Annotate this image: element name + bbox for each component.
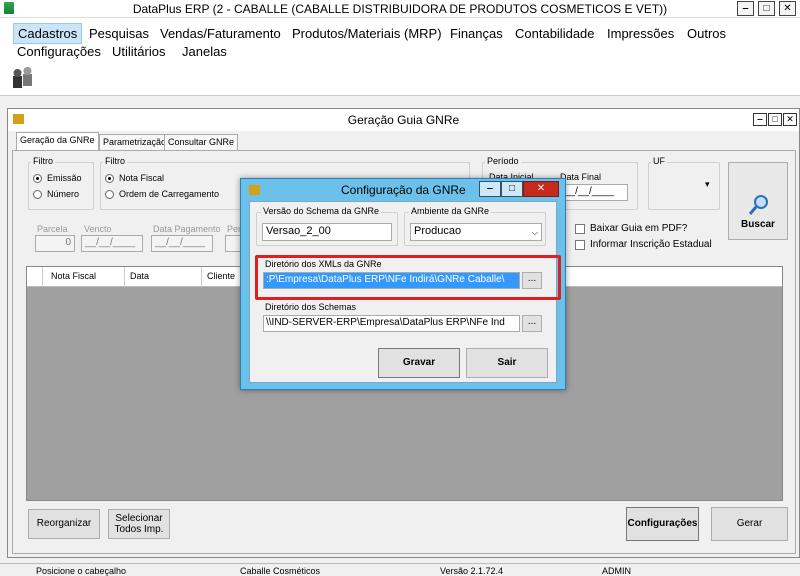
gravar-button[interactable]: Gravar <box>378 348 460 378</box>
radio-emissao[interactable] <box>33 174 42 183</box>
schemas-dir-label: Diretório dos Schemas <box>263 302 359 312</box>
schema-version-label: Versão do Schema da GNRe <box>261 206 382 216</box>
highlight-box <box>255 255 561 300</box>
label-emissao: Emissão <box>47 173 82 183</box>
sair-button[interactable]: Sair <box>466 348 548 378</box>
col-separator <box>124 267 125 287</box>
menu-outros[interactable]: Outros <box>683 24 730 43</box>
radio-ordem-carregamento[interactable] <box>105 190 114 199</box>
window-title: DataPlus ERP (2 - CABALLE (CABALLE DISTR… <box>132 2 668 16</box>
inscricao-estadual-checkbox[interactable] <box>575 240 585 250</box>
ambiente-label: Ambiente da GNRe <box>409 206 492 216</box>
menu-impressoes[interactable]: Impressões <box>603 24 678 43</box>
dialog-body: Versão do Schema da GNRe Versao_2_00 Amb… <box>249 201 561 383</box>
dialog-title-bar: Configuração da GNRe ‒ □ ✕ <box>241 179 565 201</box>
menu-produtos[interactable]: Produtos/Materiais (MRP) <box>288 24 446 43</box>
maximize-button[interactable]: □ <box>758 1 775 16</box>
tab-consultar[interactable]: Consultar GNRe <box>164 134 239 150</box>
menu-vendas[interactable]: Vendas/Faturamento <box>156 24 285 43</box>
close-button[interactable]: ✕ <box>779 1 796 16</box>
config-gnre-dialog: Configuração da GNRe ‒ □ ✕ Versão do Sch… <box>240 178 566 390</box>
toolbar <box>0 60 800 96</box>
col-nota-fiscal[interactable]: Nota Fiscal <box>51 271 96 281</box>
dialog-icon <box>249 185 260 195</box>
ambiente-select[interactable]: Producao ⌵ <box>410 223 542 241</box>
baixar-pdf-label: Baixar Guia em PDF? <box>590 223 688 234</box>
uf-dropdown-arrow-icon[interactable]: ▾ <box>705 179 710 190</box>
schemas-dir-browse-button[interactable]: ... <box>522 315 542 332</box>
dialog-minimize-button[interactable]: ‒ <box>479 181 501 197</box>
menu-contabilidade[interactable]: Contabilidade <box>511 24 599 43</box>
menu-cadastros[interactable]: Cadastros <box>13 23 83 44</box>
selecionar-todos-button[interactable]: Selecionar Todos Imp. <box>108 509 170 539</box>
gerar-button[interactable]: Gerar <box>711 507 788 541</box>
per-label: Per <box>227 224 242 234</box>
configuracoes-button[interactable]: Configurações <box>626 507 699 541</box>
radio-numero[interactable] <box>33 190 42 199</box>
ambiente-chevron-down-icon: ⌵ <box>531 228 538 237</box>
baixar-pdf-checkbox[interactable] <box>575 224 585 234</box>
status-item-1: Posicione o cabeçalho <box>36 566 127 576</box>
schemas-dir-input[interactable]: \\IND-SERVER-ERP\Empresa\DataPlus ERP\NF… <box>263 315 520 332</box>
radio-nota-fiscal[interactable] <box>105 174 114 183</box>
dialog-maximize-button[interactable]: □ <box>501 181 523 197</box>
tab-geracao[interactable]: Geração da GNRe <box>16 132 99 150</box>
menu-bar: Cadastros Pesquisas Vendas/Faturamento P… <box>0 18 800 60</box>
gnre-title: Geração Guia GNRe <box>347 113 460 127</box>
label-ordem-carregamento: Ordem de Carregamento <box>119 189 220 199</box>
magnifier-icon <box>748 195 768 215</box>
menu-utilitarios[interactable]: Utilitários <box>108 42 169 61</box>
schema-version-value: Versao_2_00 <box>266 225 331 237</box>
col-data[interactable]: Data <box>130 271 149 281</box>
status-bar: Posicione o cabeçalho Caballe Cosméticos… <box>0 563 800 576</box>
users-key-icon[interactable] <box>10 66 36 90</box>
minimize-button[interactable]: ‒ <box>737 1 754 16</box>
child-minimize-button[interactable]: ‒ <box>753 113 767 126</box>
label-numero: Número <box>47 189 80 199</box>
status-item-3: Versão 2.1.72.4 <box>440 566 504 576</box>
vencto-input[interactable]: __/__/____ <box>81 235 143 252</box>
main-title-bar: DataPlus ERP (2 - CABALLE (CABALLE DISTR… <box>0 0 800 18</box>
buscar-label: Buscar <box>741 219 775 230</box>
parcela-input[interactable]: 0 <box>35 235 75 252</box>
filtro-group-1 <box>28 162 94 210</box>
menu-configuracoes[interactable]: Configurações <box>13 42 105 61</box>
child-maximize-button[interactable]: □ <box>768 113 782 126</box>
status-item-2: Caballe Cosméticos <box>240 566 321 576</box>
label-nota-fiscal: Nota Fiscal <box>119 173 165 183</box>
child-close-button[interactable]: ✕ <box>783 113 797 126</box>
tab-parametrizacao[interactable]: Parametrização <box>99 134 171 150</box>
dialog-close-button[interactable]: ✕ <box>523 181 559 197</box>
selecionar-label: Selecionar <box>115 513 163 524</box>
menu-janelas[interactable]: Janelas <box>178 42 231 61</box>
data-final-label: Data Final <box>560 172 602 182</box>
col-cliente[interactable]: Cliente <box>207 271 235 281</box>
uf-label: UF <box>651 156 667 166</box>
data-pagamento-label: Data Pagamento <box>153 224 221 234</box>
data-final-input[interactable]: __/__/____ <box>560 184 628 201</box>
schema-version-select[interactable]: Versao_2_00 <box>262 223 392 241</box>
col-separator <box>42 267 43 287</box>
menu-financas[interactable]: Finanças <box>446 24 507 43</box>
status-item-4: ADMIN <box>602 566 631 576</box>
ambiente-value: Producao <box>414 225 462 237</box>
data-pagamento-input[interactable]: __/__/____ <box>151 235 213 252</box>
periodo-label: Período <box>485 156 521 166</box>
parcela-label: Parcela <box>37 224 68 234</box>
vencto-label: Vencto <box>84 224 112 234</box>
filtro-label-1: Filtro <box>31 156 55 166</box>
menu-pesquisas[interactable]: Pesquisas <box>85 24 153 43</box>
reorganizar-button[interactable]: Reorganizar <box>28 509 100 539</box>
filtro-label-2: Filtro <box>103 156 127 166</box>
gnre-title-bar: Geração Guia GNRe ‒ □ ✕ <box>8 109 799 131</box>
todos-imp-label: Todos Imp. <box>114 524 164 535</box>
col-separator <box>201 267 202 287</box>
dialog-title: Configuração da GNRe <box>341 183 466 197</box>
inscricao-estadual-label: Informar Inscrição Estadual <box>590 239 712 250</box>
buscar-button[interactable]: Buscar <box>728 162 788 240</box>
